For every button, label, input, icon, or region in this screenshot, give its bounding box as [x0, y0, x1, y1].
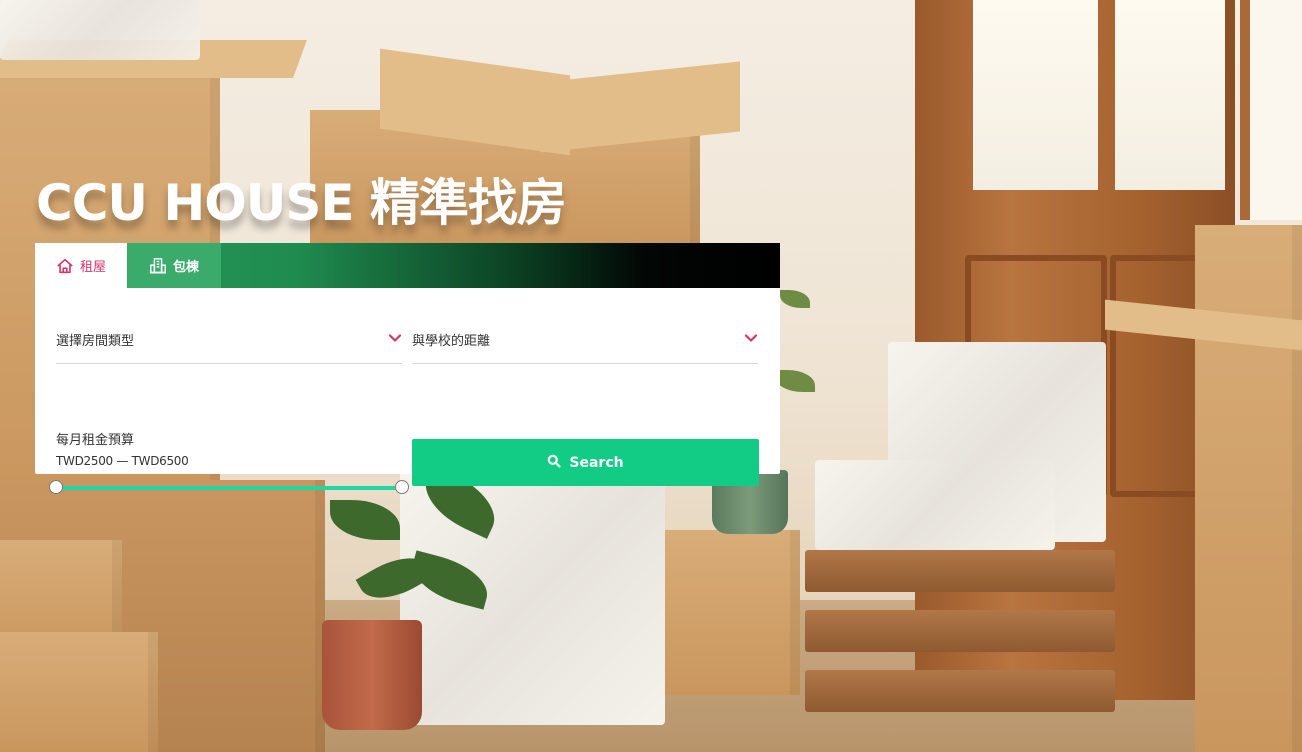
search-form: 選擇房間類型 與學校的距離 每月租金預算 TWD2500 — TWD6500 S… — [35, 288, 780, 494]
plant-pot — [322, 620, 422, 730]
tab-rent-label: 租屋 — [79, 260, 106, 275]
slider-track — [56, 486, 402, 490]
chevron-down-icon — [744, 331, 758, 349]
house-icon — [56, 257, 74, 275]
page-title: CCU HOUSE 精準找房 — [36, 174, 567, 232]
tab-whole-building-label: 包棟 — [172, 260, 199, 275]
search-button[interactable]: Search — [412, 439, 759, 486]
room-type-label: 選擇房間類型 — [56, 334, 135, 349]
tab-whole-building[interactable]: 包棟 — [127, 243, 221, 288]
tab-bar: 租屋 包棟 — [35, 243, 780, 288]
search-panel: 租屋 包棟 選擇房間類型 與學校的距離 每月租金預算 TWD2500 — TWD… — [35, 243, 780, 494]
room-type-select[interactable]: 選擇房間類型 — [56, 316, 402, 364]
distance-select[interactable]: 與學校的距離 — [412, 316, 758, 364]
tab-rent[interactable]: 租屋 — [35, 243, 127, 288]
chevron-down-icon — [388, 331, 402, 349]
distance-label: 與學校的距離 — [412, 334, 491, 349]
budget-range-slider[interactable] — [49, 480, 409, 494]
slider-max-handle[interactable] — [395, 480, 409, 494]
budget-label: 每月租金預算 — [56, 433, 135, 448]
building-icon — [149, 257, 167, 275]
search-button-label: Search — [569, 454, 624, 471]
background-window — [1240, 0, 1302, 220]
slider-min-handle[interactable] — [49, 480, 63, 494]
search-icon — [547, 454, 561, 472]
budget-range-text: TWD2500 — TWD6500 — [56, 454, 189, 468]
